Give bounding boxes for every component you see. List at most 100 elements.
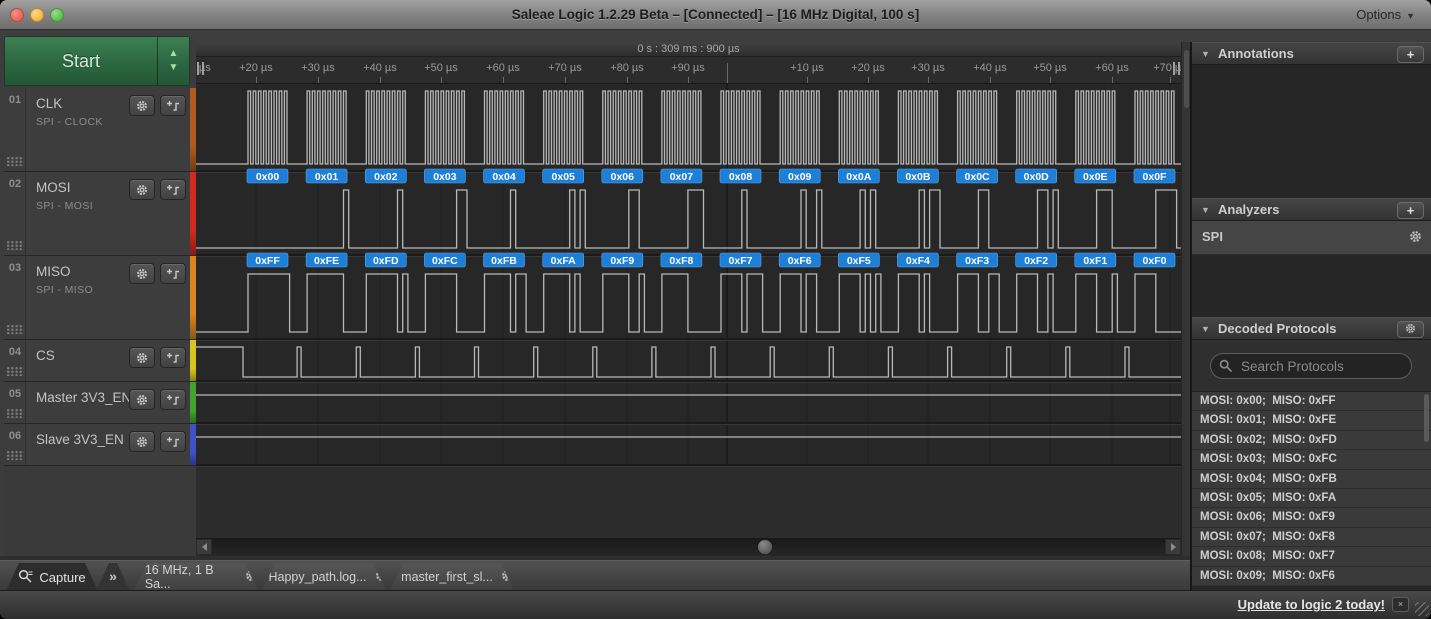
- horizontal-scrollbar-thumb[interactable]: [758, 540, 772, 554]
- channel-settings-button[interactable]: [129, 179, 155, 200]
- tab-capture[interactable]: Capture: [6, 563, 98, 591]
- channel-trigger-button[interactable]: [160, 179, 186, 200]
- waveform-area[interactable]: 0x000x010x020x030x040x050x060x070x080x09…: [196, 84, 1181, 538]
- tick-mark: [1170, 77, 1171, 83]
- gear-icon[interactable]: [1409, 230, 1422, 248]
- drag-grip-icon[interactable]: [7, 409, 24, 418]
- drag-grip-icon[interactable]: [7, 367, 24, 376]
- channel-gutter: 05: [4, 382, 26, 423]
- decoded-protocol-row[interactable]: MOSI: 0x08; MISO: 0xF7: [1192, 547, 1431, 566]
- collapse-triangle-icon[interactable]: ▼: [1201, 49, 1210, 59]
- channel-settings-button[interactable]: [129, 263, 155, 284]
- gear-icon[interactable]: [245, 569, 258, 585]
- channel-row-mosi[interactable]: 02 MOSI SPI - MOSI: [4, 172, 196, 256]
- channel-trigger-button[interactable]: [160, 389, 186, 410]
- scroll-right-button[interactable]: [1165, 539, 1181, 555]
- tab-overflow-button[interactable]: »: [96, 563, 130, 591]
- channel-row-slave-3v3-en[interactable]: 06 Slave 3V3_EN: [4, 424, 196, 466]
- channel-settings-button[interactable]: [129, 389, 155, 410]
- start-options-toggle[interactable]: ▲ ▼: [157, 37, 189, 85]
- tick-mark: [1112, 77, 1113, 83]
- svg-text:0xF2: 0xF2: [1024, 255, 1048, 267]
- side-panel: ▼ Annotations + ▼ Analyzers + SPI ▼ Deco…: [1192, 42, 1431, 590]
- annotations-header[interactable]: ▼ Annotations +: [1192, 42, 1431, 65]
- tab-happy-path-log[interactable]: Happy_path.log...: [262, 563, 386, 591]
- analyzer-item-spi[interactable]: SPI: [1192, 221, 1431, 255]
- decoded-protocol-row[interactable]: MOSI: 0x05; MISO: 0xFA: [1192, 489, 1431, 508]
- svg-text:0x05: 0x05: [552, 171, 576, 183]
- horizontal-scrollbar[interactable]: [196, 538, 1181, 556]
- list-scrollbar-thumb[interactable]: [1424, 394, 1429, 442]
- time-ruler[interactable]: +10 µs+20 µs+30 µs+40 µs+50 µs+60 µs+70 …: [196, 57, 1181, 84]
- decoded-protocols-header[interactable]: ▼ Decoded Protocols: [1192, 317, 1431, 340]
- channel-row-master-3v3-en[interactable]: 05 Master 3V3_EN: [4, 382, 196, 424]
- decoded-protocol-row[interactable]: MOSI: 0x02; MISO: 0xFD: [1192, 431, 1431, 450]
- analyzer-name: SPI: [1202, 229, 1223, 244]
- channel-trigger-button[interactable]: [160, 431, 186, 452]
- channel-analyzer-label: SPI - CLOCK: [36, 116, 103, 128]
- channel-settings-button[interactable]: [129, 95, 155, 116]
- decoded-protocol-row[interactable]: MOSI: 0x03; MISO: 0xFC: [1192, 450, 1431, 469]
- options-menu[interactable]: Options▼: [1356, 0, 1415, 30]
- decoded-protocol-row[interactable]: MOSI: 0x01; MISO: 0xFE: [1192, 411, 1431, 430]
- channel-trigger-button[interactable]: [160, 263, 186, 284]
- svg-text:0xF5: 0xF5: [847, 255, 871, 267]
- gear-icon[interactable]: [375, 569, 388, 585]
- decoded-protocols-settings-button[interactable]: [1397, 321, 1424, 338]
- drag-grip-icon[interactable]: [7, 325, 24, 334]
- vertical-scrollbar[interactable]: [1181, 42, 1190, 556]
- channel-row-clk[interactable]: 01 CLK SPI - CLOCK: [4, 88, 196, 172]
- decoded-protocol-row[interactable]: MOSI: 0x00; MISO: 0xFF: [1192, 392, 1431, 411]
- add-annotation-button[interactable]: +: [1397, 46, 1424, 63]
- timeline-edge-marker-icon[interactable]: [197, 62, 204, 75]
- decoded-protocol-row[interactable]: MOSI: 0x09; MISO: 0xF6: [1192, 567, 1431, 586]
- close-update-banner-button[interactable]: ×: [1392, 597, 1409, 612]
- add-analyzer-button[interactable]: +: [1397, 202, 1424, 219]
- drag-grip-icon[interactable]: [7, 451, 24, 460]
- tab-master-first-sl[interactable]: master_first_sl...: [390, 563, 514, 591]
- search-protocols-input[interactable]: [1210, 353, 1412, 379]
- gear-icon: [1405, 322, 1416, 337]
- channel-settings-button[interactable]: [129, 347, 155, 368]
- channel-trigger-button[interactable]: [160, 95, 186, 116]
- decoded-protocol-row[interactable]: MOSI: 0x07; MISO: 0xF8: [1192, 528, 1431, 547]
- channel-analyzer-label: SPI - MOSI: [36, 200, 93, 212]
- tick-label: +20 µs: [239, 62, 273, 74]
- scroll-left-button[interactable]: [196, 539, 212, 555]
- collapse-triangle-icon[interactable]: ▼: [1201, 205, 1210, 215]
- bottom-tab-bar: Capture » 16 MHz, 1 B Sa... Happy_path.l…: [0, 560, 1190, 590]
- analyzers-body: [1192, 255, 1431, 317]
- tick-label: +10 µs: [790, 62, 824, 74]
- annotations-title: Annotations: [1218, 46, 1294, 61]
- search-area: [1192, 340, 1431, 392]
- svg-text:0x06: 0x06: [611, 171, 635, 183]
- decoded-protocol-row[interactable]: MOSI: 0x04; MISO: 0xFB: [1192, 470, 1431, 489]
- tab-label: 16 MHz, 1 B Sa...: [145, 563, 237, 591]
- vertical-scrollbar-thumb[interactable]: [1184, 50, 1189, 108]
- gear-icon[interactable]: [501, 569, 514, 585]
- tab-16-mhz-1-b-sa[interactable]: 16 MHz, 1 B Sa...: [134, 563, 258, 591]
- tick-mark: [627, 77, 628, 83]
- channel-trigger-button[interactable]: [160, 347, 186, 368]
- drag-grip-icon[interactable]: [7, 157, 24, 166]
- collapse-triangle-icon[interactable]: ▼: [1201, 324, 1210, 334]
- major-tick-mark: [727, 63, 728, 83]
- timeline-position[interactable]: 0 s : 309 ms : 900 µs: [196, 42, 1181, 57]
- tick-label: +60 µs: [486, 62, 520, 74]
- decoded-protocol-row[interactable]: MOSI: 0x06; MISO: 0xF9: [1192, 508, 1431, 527]
- channel-settings-button[interactable]: [129, 431, 155, 452]
- channel-name: CS: [36, 348, 55, 363]
- channel-analyzer-label: SPI - MISO: [36, 284, 93, 296]
- tick-mark: [318, 77, 319, 83]
- channel-row-cs[interactable]: 04 CS: [4, 340, 196, 382]
- channel-row-miso[interactable]: 03 MISO SPI - MISO: [4, 256, 196, 340]
- channel-gutter: 01: [4, 88, 26, 171]
- analyzers-header[interactable]: ▼ Analyzers +: [1192, 198, 1431, 221]
- update-link[interactable]: Update to logic 2 today!: [1238, 597, 1385, 612]
- svg-text:0xF0: 0xF0: [1143, 255, 1167, 267]
- drag-grip-icon[interactable]: [7, 241, 24, 250]
- start-button[interactable]: Start ▲ ▼: [4, 36, 190, 86]
- svg-text:0xF3: 0xF3: [965, 255, 989, 267]
- timeline-edge-marker-icon[interactable]: [1173, 62, 1180, 75]
- resize-grip-icon[interactable]: [1415, 602, 1429, 616]
